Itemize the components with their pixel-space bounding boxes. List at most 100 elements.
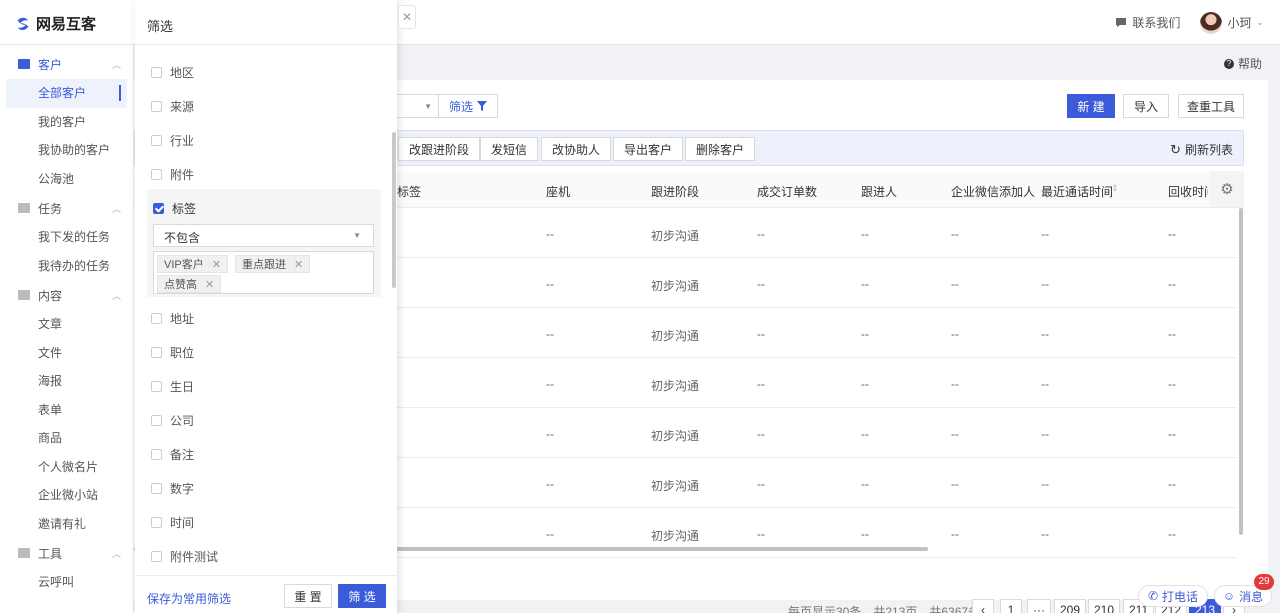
field-company[interactable]: 公司 (151, 412, 194, 429)
checkbox[interactable] (151, 169, 162, 180)
checkbox[interactable] (151, 67, 162, 78)
sidebar-item-public-pool[interactable]: 公海池 (0, 165, 133, 194)
checkbox[interactable] (151, 551, 162, 562)
call-button[interactable]: ✆ 打电话 (1138, 585, 1208, 607)
field-number[interactable]: 数字 (151, 480, 194, 497)
import-button[interactable]: 导入 (1123, 94, 1169, 118)
contact-us-link[interactable]: 联系我们 (1115, 14, 1180, 31)
field-label: 生日 (170, 380, 195, 394)
checkbox[interactable] (151, 449, 162, 460)
sort-icon[interactable]: ⇕ (1111, 183, 1119, 194)
new-customer-button[interactable]: 新 建 (1067, 94, 1115, 118)
table-cell: -- (1041, 427, 1049, 441)
dedupe-tool-button[interactable]: 查重工具 (1178, 94, 1244, 118)
sidebar-item-forms[interactable]: 表单 (0, 396, 133, 425)
save-common-filter-link[interactable]: 保存为常用筛选 (147, 590, 231, 607)
checkbox[interactable] (151, 313, 162, 324)
table-cell: -- (861, 327, 869, 341)
field-attachment-test[interactable]: 附件测试 (151, 548, 218, 565)
table-cell: -- (1041, 277, 1049, 291)
app-logo[interactable]: 网易互客 (14, 13, 96, 34)
checkbox[interactable] (151, 347, 162, 358)
field-label: 行业 (170, 134, 195, 148)
field-attachment[interactable]: 附件 (151, 166, 194, 183)
sidebar-item-products[interactable]: 商品 (0, 424, 133, 453)
filter-button[interactable]: 筛选 (438, 94, 498, 118)
column-header: 企业微信添加人 (951, 185, 1036, 199)
table-cell: -- (546, 477, 554, 491)
send-sms-button[interactable]: 发短信 (480, 137, 539, 161)
refresh-list-button[interactable]: ↻ 刷新列表 (1170, 141, 1233, 158)
page-button[interactable]: 209 (1054, 599, 1087, 613)
unread-badge: 29 (1254, 574, 1274, 590)
help-link[interactable]: ? 帮助 (1223, 55, 1262, 72)
table-cell: -- (546, 277, 554, 291)
tag-operator-select[interactable]: 不包含 ▼ (153, 224, 374, 247)
field-region[interactable]: 地区 (151, 64, 194, 81)
checkbox[interactable] (151, 517, 162, 528)
page-ellipsis[interactable]: ··· (1027, 599, 1051, 613)
field-industry[interactable]: 行业 (151, 132, 194, 149)
field-birthday[interactable]: 生日 (151, 378, 194, 395)
reset-button[interactable]: 重 置 (284, 584, 332, 608)
checkbox[interactable] (151, 101, 162, 112)
sidebar-item-posters[interactable]: 海报 (0, 367, 133, 396)
sidebar-section-customers[interactable]: 客户 ︿ (0, 49, 133, 79)
field-label: 备注 (170, 448, 195, 462)
checkbox[interactable] (151, 415, 162, 426)
field-time[interactable]: 时间 (151, 514, 194, 531)
logo-icon (17, 17, 29, 30)
apply-filter-button[interactable]: 筛 选 (338, 584, 386, 608)
sidebar-item-assisted-customers[interactable]: 我协助的客户 (0, 136, 133, 165)
sidebar-section-content[interactable]: 内容 ︿ (0, 280, 133, 310)
sidebar-item-todo-tasks[interactable]: 我待办的任务 (0, 252, 133, 281)
change-assistant-button[interactable]: 改协助人 (541, 137, 612, 161)
checkbox[interactable] (151, 381, 162, 392)
column-header: 回收时间 (1168, 185, 1208, 199)
sidebar-item-business-card[interactable]: 个人微名片 (0, 453, 133, 482)
drawer-scrollbar[interactable] (392, 132, 396, 288)
field-position[interactable]: 职位 (151, 344, 194, 361)
close-icon[interactable]: ✕ (294, 258, 303, 271)
sidebar-item-cloud-call[interactable]: 云呼叫 (0, 568, 133, 597)
table-cell: -- (861, 227, 869, 241)
checkbox[interactable] (151, 135, 162, 146)
field-label: 职位 (170, 346, 195, 360)
field-remark[interactable]: 备注 (151, 446, 194, 463)
export-customers-button[interactable]: 导出客户 (613, 137, 684, 161)
sidebar-item-invite-rewards[interactable]: 邀请有礼 (0, 510, 133, 539)
sidebar: 客户 ︿ 全部客户 我的客户 我协助的客户 公海池 任务 ︿ 我下发的任务 我待… (0, 45, 134, 613)
prev-page-button[interactable]: ‹ (972, 599, 994, 613)
page-button[interactable]: 1 (1000, 599, 1022, 613)
field-source[interactable]: 来源 (151, 98, 194, 115)
change-stage-button[interactable]: 改跟进阶段 (398, 137, 481, 161)
checkbox-checked[interactable] (153, 203, 164, 214)
close-icon[interactable]: ✕ (212, 258, 221, 271)
close-drawer-button[interactable]: ✕ (398, 5, 416, 29)
field-tags[interactable]: 标签 (153, 200, 196, 217)
table-cell: -- (1041, 477, 1049, 491)
sidebar-section-label: 客户 (38, 57, 63, 72)
column-header: 座机 (546, 185, 571, 199)
sidebar-section-tools[interactable]: 工具 ︿ (0, 538, 133, 568)
sidebar-item-all-customers[interactable]: 全部客户 (6, 79, 127, 108)
sidebar-item-micro-site[interactable]: 企业微小站 (0, 481, 133, 510)
sidebar-item-my-customers[interactable]: 我的客户 (0, 108, 133, 137)
chevron-down-icon: ⌄ (1256, 17, 1264, 27)
sidebar-section-label: 工具 (38, 546, 63, 561)
sidebar-item-issued-tasks[interactable]: 我下发的任务 (0, 223, 133, 252)
sidebar-item-articles[interactable]: 文章 (0, 310, 133, 339)
delete-customers-button[interactable]: 删除客户 (685, 137, 756, 161)
table-cell: -- (1168, 477, 1176, 491)
close-icon[interactable]: ✕ (205, 278, 214, 291)
checkbox[interactable] (151, 483, 162, 494)
user-menu[interactable]: 小珂 ⌄ (1200, 11, 1264, 34)
column-settings-button[interactable]: ⚙ (1210, 171, 1244, 207)
field-address[interactable]: 地址 (151, 310, 194, 327)
tag-select-box[interactable]: VIP客户 ✕ 重点跟进 ✕ 点赞高 ✕ (153, 251, 374, 294)
table-cell: -- (951, 227, 959, 241)
sidebar-item-files[interactable]: 文件 (0, 339, 133, 368)
page-button[interactable]: 210 (1088, 599, 1121, 613)
sidebar-section-tasks[interactable]: 任务 ︿ (0, 193, 133, 223)
vertical-scrollbar[interactable] (1239, 208, 1243, 535)
